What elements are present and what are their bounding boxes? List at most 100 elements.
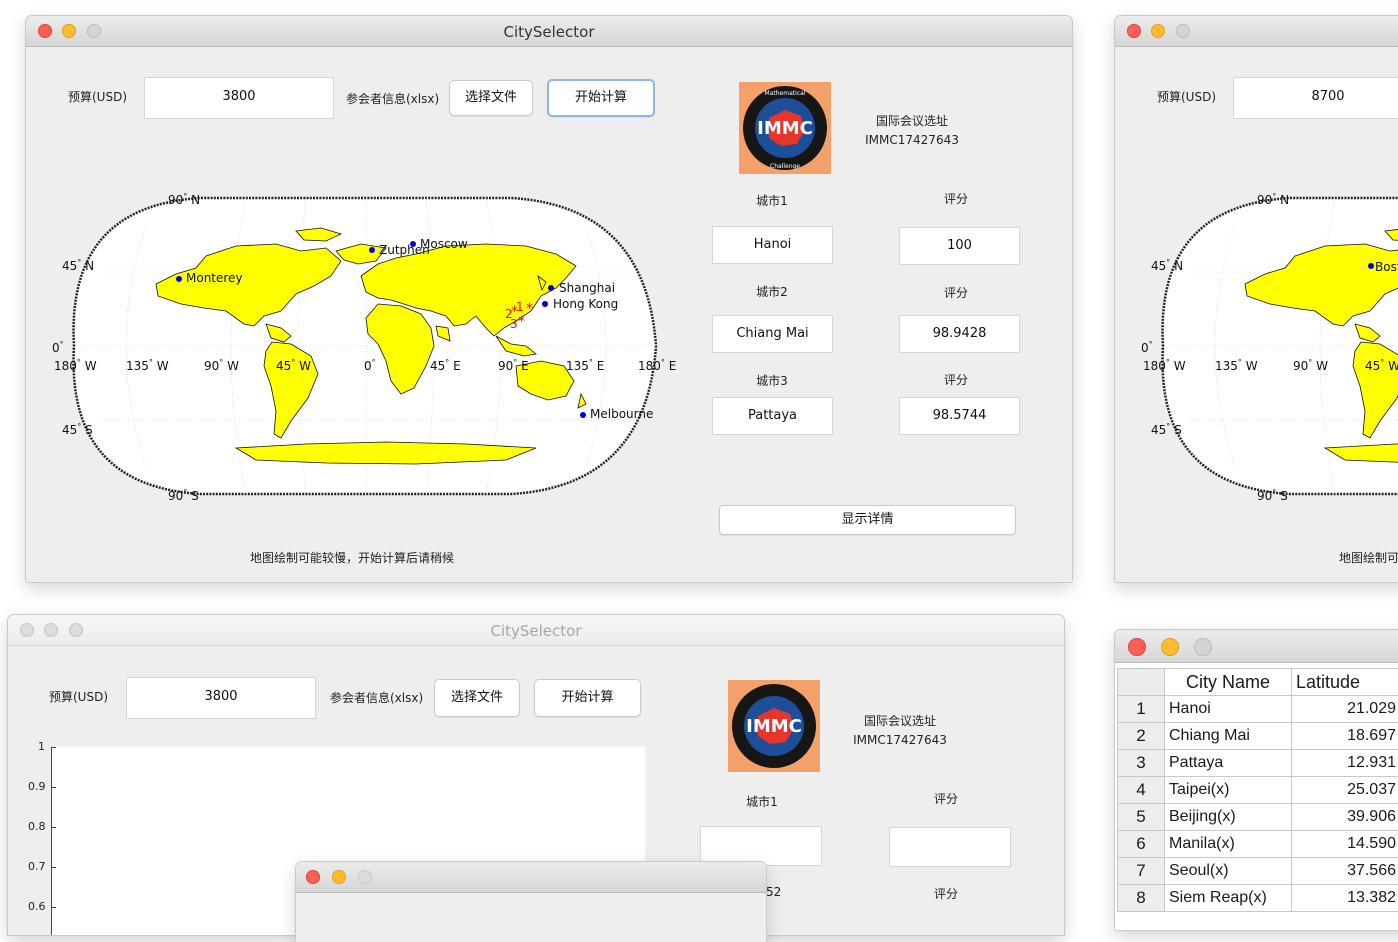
marker-1-label: 1 — [516, 300, 524, 314]
y-tick-label: 0.9 — [28, 780, 46, 793]
y-tick-label: 1 — [38, 740, 45, 753]
participants-label: 参会者信息(xlsx) — [346, 90, 439, 107]
title-bar: CitySelector — [26, 16, 1072, 47]
cell-lat[interactable]: 12.931 — [1292, 750, 1398, 777]
city-moscow-label: Moscow — [420, 237, 468, 251]
svg-text:Mathematical: Mathematical — [765, 90, 806, 97]
row-number: 2 — [1118, 723, 1165, 750]
score2-field[interactable]: 98.9428 — [899, 315, 1020, 353]
budget-label: 预算(USD) — [49, 688, 108, 705]
table-row[interactable]: 2Chiang Mai18.697 — [1118, 723, 1398, 750]
close-window-icon[interactable] — [1128, 638, 1146, 656]
row-number: 8 — [1118, 885, 1165, 912]
city1-field[interactable] — [700, 826, 822, 866]
choose-file-button[interactable]: 选择文件 — [449, 80, 533, 116]
table-row[interactable]: 1Hanoi21.029 — [1118, 696, 1398, 723]
choose-file-button[interactable]: 选择文件 — [434, 679, 520, 717]
city3-field[interactable]: Pattaya — [712, 397, 833, 435]
lat-0-label: 0° — [1141, 340, 1153, 355]
minimize-window-icon[interactable] — [332, 870, 346, 884]
close-window-icon[interactable] — [306, 870, 320, 884]
title-bar: CitySelector — [8, 615, 1064, 646]
score1-field[interactable] — [889, 827, 1011, 867]
lon-45w-label: 45° W — [1365, 358, 1398, 373]
imm-logo: IMMC Mathematical Challenge — [739, 82, 831, 174]
cell-lat[interactable]: 37.566 — [1292, 858, 1398, 885]
start-button[interactable]: 开始计算 — [547, 79, 655, 117]
team-id: IMMC17427643 — [852, 133, 972, 147]
conference-label: 国际会议选址 — [852, 112, 972, 129]
zoom-window-icon[interactable] — [358, 870, 372, 884]
cell-city[interactable]: Siem Reap(x) — [1165, 885, 1292, 912]
lon-135w-label: 135° W — [1215, 358, 1258, 373]
table-row[interactable]: 8Siem Reap(x)13.382 — [1118, 885, 1398, 912]
minimize-window-icon[interactable] — [1161, 638, 1179, 656]
show-details-button[interactable]: 显示详情 — [719, 505, 1016, 535]
conference-label: 国际会议选址 — [840, 712, 960, 729]
participants-label: 参会者信息(xlsx) — [330, 689, 423, 706]
city1-label: 城市1 — [712, 192, 832, 209]
city1-label: 城市1 — [702, 793, 822, 810]
city1-field[interactable]: Hanoi — [712, 226, 833, 264]
y-tick-label: 0.6 — [28, 900, 46, 913]
cell-city[interactable]: Seoul(x) — [1165, 858, 1292, 885]
city3-label: 城市3 — [712, 372, 832, 389]
table-row[interactable]: 3Pattaya12.931 — [1118, 750, 1398, 777]
score1-label: 评分 — [886, 790, 1006, 807]
close-window-icon[interactable] — [1127, 24, 1141, 38]
cell-city[interactable]: Pattaya — [1165, 750, 1292, 777]
cell-lat[interactable]: 14.590 — [1292, 831, 1398, 858]
budget-label: 预算(USD) — [68, 88, 127, 105]
svg-text:IMMC: IMMC — [757, 118, 813, 139]
zoom-window-icon[interactable] — [1194, 638, 1212, 656]
zoom-window-icon[interactable] — [1176, 24, 1190, 38]
table-row[interactable]: 5Beijing(x)39.906 — [1118, 804, 1398, 831]
budget-input[interactable]: 3800 — [126, 677, 316, 719]
cell-lat[interactable]: 13.382 — [1292, 885, 1398, 912]
cell-lat[interactable]: 21.029 — [1292, 696, 1398, 723]
city-shanghai-label: Shanghai — [559, 281, 615, 295]
score2-label: 评分 — [886, 885, 1006, 902]
cell-lat[interactable]: 18.697 — [1292, 723, 1398, 750]
city-boston-label: Boston — [1375, 260, 1398, 274]
svg-text:IMMC: IMMC — [746, 716, 802, 737]
score3-field[interactable]: 98.5744 — [899, 397, 1020, 435]
city-monterey-label: Monterey — [186, 271, 243, 285]
title-bar — [296, 862, 766, 893]
lat-45s-label: 45° S — [1151, 422, 1182, 437]
city-table: City Name Latitude 1Hanoi21.029 2Chiang … — [1117, 668, 1398, 912]
table-header-row: City Name Latitude — [1118, 669, 1398, 696]
city2-field[interactable]: Chiang Mai — [712, 315, 833, 353]
cell-city[interactable]: Beijing(x) — [1165, 804, 1292, 831]
main-window: CitySelector 预算(USD) 3800 参会者信息(xlsx) 选择… — [26, 16, 1072, 582]
cell-lat[interactable]: 39.906 — [1292, 804, 1398, 831]
second-window: 预算(USD) 8700 90° N 45° N 0° 45° S 90° S … — [1115, 16, 1398, 582]
y-tick — [51, 747, 56, 748]
budget-input[interactable]: 3800 — [144, 77, 334, 119]
cell-city[interactable]: Manila(x) — [1165, 831, 1292, 858]
score3-label: 评分 — [896, 371, 1016, 388]
start-button[interactable]: 开始计算 — [534, 679, 641, 717]
cell-lat[interactable]: 25.037 — [1292, 777, 1398, 804]
budget-input[interactable]: 8700 — [1233, 77, 1398, 119]
col-header-lat[interactable]: Latitude — [1292, 669, 1398, 696]
score2-label: 评分 — [896, 284, 1016, 301]
table-row[interactable]: 6Manila(x)14.590 — [1118, 831, 1398, 858]
title-bar — [1115, 630, 1398, 663]
table-row[interactable]: 7Seoul(x)37.566 — [1118, 858, 1398, 885]
cell-city[interactable]: Taipei(x) — [1165, 777, 1292, 804]
table-window: City Name Latitude 1Hanoi21.029 2Chiang … — [1115, 630, 1398, 930]
team-id: IMMC17427643 — [840, 733, 960, 747]
world-map: 90° N 45° N 0° 45° S 90° S 180° W 135° W… — [1135, 186, 1398, 506]
title-bar — [1115, 16, 1398, 47]
table-row[interactable]: 4Taipei(x)25.037 — [1118, 777, 1398, 804]
col-header-city[interactable]: City Name — [1165, 669, 1292, 696]
city-hongkong-label: Hong Kong — [553, 297, 618, 311]
city2-label: 城市2 — [712, 283, 832, 300]
lat-90s-label: 90° S — [1257, 488, 1288, 503]
cell-city[interactable]: Chiang Mai — [1165, 723, 1292, 750]
cell-city[interactable]: Hanoi — [1165, 696, 1292, 723]
minimize-window-icon[interactable] — [1151, 24, 1165, 38]
city2-label-partial: 52 — [766, 885, 781, 899]
score1-field[interactable]: 100 — [899, 227, 1020, 265]
